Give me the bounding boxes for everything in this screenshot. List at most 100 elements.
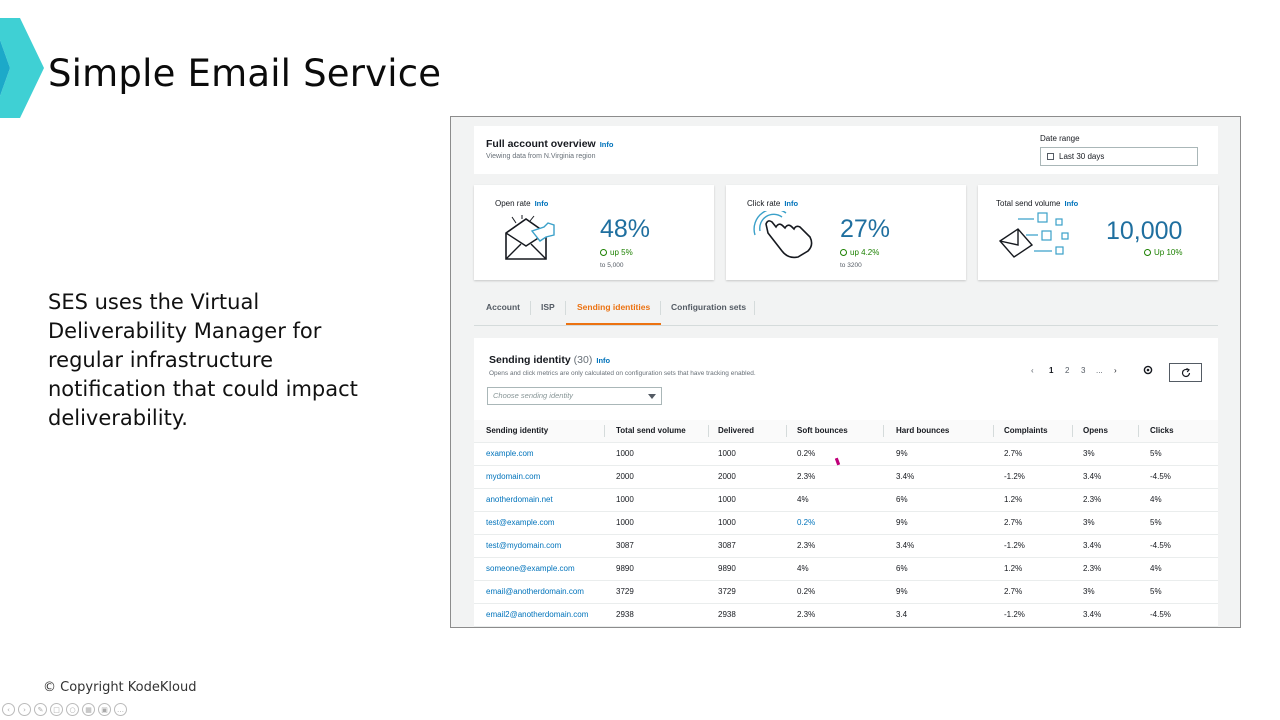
tab-account[interactable]: Account (486, 295, 520, 324)
cell-send-volume: 1000 (616, 495, 634, 504)
overview-info-link[interactable]: Info (600, 140, 614, 149)
open-rate-card: Open rate Info 48% up 5% to 5,000 (474, 185, 714, 280)
tab-divider (530, 301, 531, 315)
cell-delivered: 3087 (718, 541, 736, 550)
send-volume-change: Up 10% (1144, 248, 1182, 257)
kodekloud-logo (0, 18, 44, 118)
cell-send-volume: 2938 (616, 610, 634, 619)
date-range-label: Date range (1040, 134, 1080, 143)
copy-icon[interactable]: □ (50, 703, 63, 716)
zoom-icon[interactable]: ○ (66, 703, 79, 716)
cell-hard-bounces: 9% (896, 449, 908, 458)
metric-info-link[interactable]: Info (535, 199, 549, 208)
tab-divider (754, 301, 755, 315)
identity-link[interactable]: someone@example.com (486, 564, 575, 573)
identity-link[interactable]: test@mydomain.com (486, 541, 561, 550)
identity-tabs: Account ISP Sending identities Configura… (474, 295, 1218, 326)
identity-link[interactable]: example.com (486, 449, 534, 458)
cell-clicks: -4.5% (1150, 472, 1171, 481)
click-rate-change: up 4.2% (840, 248, 879, 257)
cell-delivered: 2000 (718, 472, 736, 481)
panel-note: Opens and click metrics are only calcula… (489, 370, 756, 377)
cell-delivered: 9890 (718, 564, 736, 573)
identity-count: (30) (573, 354, 593, 366)
cell-clicks: -4.5% (1150, 541, 1171, 550)
cell-opens: 3% (1083, 518, 1095, 527)
cell-soft-bounces: 4% (797, 495, 809, 504)
copyright-text: © Copyright KodeKloud (43, 680, 197, 695)
send-volume-change-text: Up 10% (1154, 248, 1183, 257)
camera-icon[interactable]: ▣ (98, 703, 111, 716)
identity-link[interactable]: email2@anotherdomain.com (486, 610, 588, 619)
more-icon[interactable]: … (114, 703, 127, 716)
cell-hard-bounces: 3.4% (896, 472, 915, 481)
cell-clicks: 4% (1150, 564, 1162, 573)
cell-complaints: 2.7% (1004, 587, 1023, 596)
metric-label: Open rate Info (495, 199, 548, 208)
cell-send-volume: 3087 (616, 541, 634, 550)
click-rate-sub: to 3200 (840, 262, 862, 269)
account-overview-header: Full account overview Info Viewing data f… (474, 126, 1218, 174)
click-rate-value: 27% (840, 215, 891, 243)
identity-link[interactable]: anotherdomain.net (486, 495, 553, 504)
chevron-left-icon[interactable]: ‹ (1031, 366, 1034, 375)
page-ellipsis: ... (1096, 366, 1103, 375)
col-opens[interactable]: Opens (1083, 426, 1108, 435)
cell-complaints: -1.2% (1004, 541, 1025, 550)
identity-link[interactable]: mydomain.com (486, 472, 540, 481)
column-divider (1138, 425, 1139, 437)
col-complaints[interactable]: Complaints (1004, 426, 1048, 435)
cell-send-volume: 3729 (616, 587, 634, 596)
panel-info-link[interactable]: Info (596, 356, 610, 365)
column-divider (993, 425, 994, 437)
check-circle-icon (1144, 249, 1151, 256)
gear-icon[interactable] (1142, 364, 1154, 376)
tab-configuration-sets[interactable]: Configuration sets (671, 295, 746, 324)
tab-isp[interactable]: ISP (541, 295, 555, 324)
cell-opens: 2.3% (1083, 564, 1102, 573)
cell-opens: 2.3% (1083, 495, 1102, 504)
cell-hard-bounces: 9% (896, 587, 908, 596)
slides-grid-icon[interactable]: ▦ (82, 703, 95, 716)
identity-link[interactable]: email@anotherdomain.com (486, 587, 584, 596)
col-soft-bounces[interactable]: Soft bounces (797, 426, 848, 435)
chevron-right-icon[interactable]: › (1114, 366, 1117, 375)
cell-complaints: -1.2% (1004, 472, 1025, 481)
next-slide-icon[interactable]: › (18, 703, 31, 716)
col-clicks[interactable]: Clicks (1150, 426, 1174, 435)
table-row: anotherdomain.net 1000 1000 4% 6% 1.2% 2… (474, 488, 1218, 512)
cell-clicks: 4% (1150, 495, 1162, 504)
date-range-value: Last 30 days (1059, 152, 1105, 161)
cell-complaints: 2.7% (1004, 518, 1023, 527)
col-sending-identity[interactable]: Sending identity (486, 426, 548, 435)
metric-info-link[interactable]: Info (1064, 199, 1078, 208)
page-1[interactable]: 1 (1049, 366, 1053, 375)
page-2[interactable]: 2 (1065, 366, 1069, 375)
tab-sending-identities[interactable]: Sending identities (566, 295, 662, 325)
calendar-icon (1047, 153, 1054, 160)
cell-soft-bounces: 0.2% (797, 587, 816, 596)
page-3[interactable]: 3 (1081, 366, 1085, 375)
cell-delivered: 1000 (718, 495, 736, 504)
col-total-send-volume[interactable]: Total send volume (616, 426, 686, 435)
table-row: example.com 1000 1000 0.2% 9% 2.7% 3% 5% (474, 442, 1218, 466)
identity-link[interactable]: test@example.com (486, 518, 555, 527)
col-hard-bounces[interactable]: Hard bounces (896, 426, 949, 435)
sending-identity-select[interactable]: Choose sending identity (487, 387, 662, 405)
table-row: email@anotherdomain.com 3729 3729 0.2% 9… (474, 580, 1218, 604)
column-divider (883, 425, 884, 437)
date-range-picker[interactable]: Last 30 days (1040, 147, 1198, 166)
metric-info-link[interactable]: Info (784, 199, 798, 208)
prev-slide-icon[interactable]: ‹ (2, 703, 15, 716)
metric-label-text: Total send volume (996, 199, 1061, 208)
cell-opens: 3% (1083, 449, 1095, 458)
cell-soft-bounces: 4% (797, 564, 809, 573)
cell-soft-bounces: 2.3% (797, 541, 816, 550)
col-delivered[interactable]: Delivered (718, 426, 754, 435)
pen-icon[interactable]: ✎ (34, 703, 47, 716)
cell-hard-bounces: 9% (896, 518, 908, 527)
cell-complaints: 1.2% (1004, 495, 1023, 504)
slide-body-text: SES uses the Virtual Deliverability Mana… (48, 290, 358, 430)
refresh-button[interactable] (1169, 363, 1202, 382)
cell-clicks: 5% (1150, 449, 1162, 458)
